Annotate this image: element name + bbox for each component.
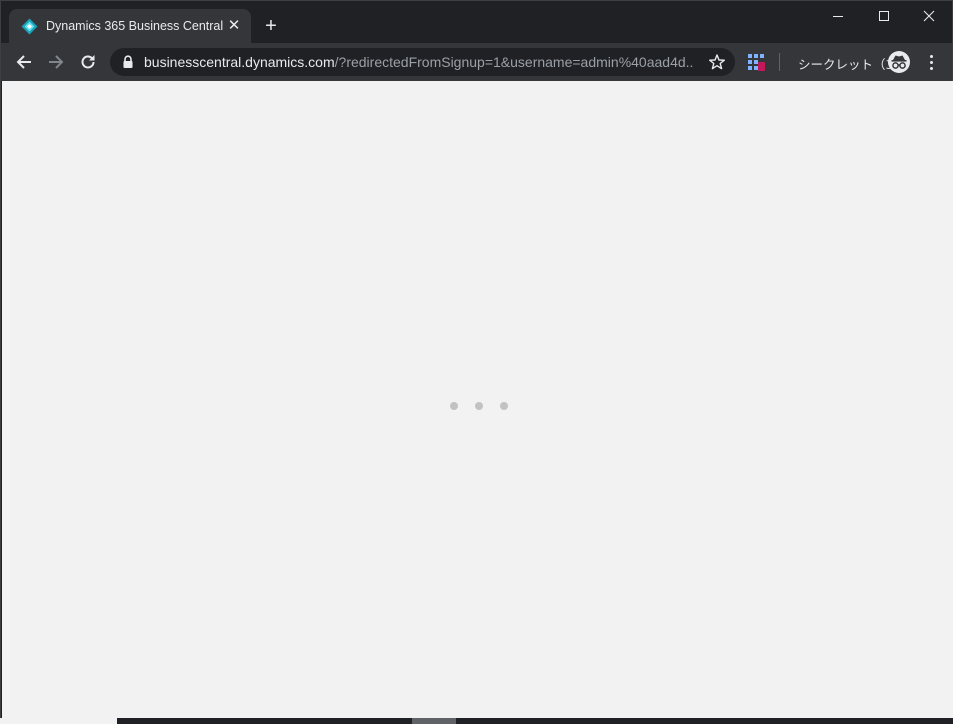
forward-button[interactable]: [44, 50, 68, 74]
menu-dot: [929, 60, 933, 64]
address-bar[interactable]: businesscentral.dynamics.com/?redirected…: [110, 48, 735, 76]
extension-icon[interactable]: [747, 53, 765, 71]
menu-dot: [929, 54, 933, 58]
loading-indicator: [446, 401, 516, 411]
reload-icon: [81, 55, 95, 69]
more-menu-button[interactable]: [923, 52, 939, 72]
dynamics-365-logo-icon: [21, 18, 38, 35]
close-window-button[interactable]: [906, 1, 952, 31]
maximize-button[interactable]: [861, 1, 907, 31]
bookmark-star-icon[interactable]: [708, 53, 726, 71]
minimize-button[interactable]: [815, 1, 861, 31]
minimize-icon: [833, 16, 843, 17]
loading-dot: [450, 402, 458, 410]
toolbar-divider: [779, 53, 780, 71]
menu-dot: [929, 66, 933, 70]
tab-title: Dynamics 365 Business Central: [46, 19, 224, 33]
url-text: businesscentral.dynamics.com/?redirected…: [144, 54, 694, 70]
tab-close-icon[interactable]: ✕: [225, 17, 243, 35]
incognito-icon[interactable]: [888, 51, 910, 73]
maximize-icon: [879, 11, 889, 21]
page-content: [2, 81, 953, 719]
tab-dynamics-365[interactable]: Dynamics 365 Business Central ✕: [9, 9, 251, 43]
horizontal-scroll-thumb[interactable]: [412, 718, 456, 724]
lock-icon: [122, 55, 134, 69]
url-host: businesscentral.dynamics.com: [144, 54, 335, 70]
url-path: /?redirectedFromSignup=1&username=admin%…: [334, 54, 694, 70]
new-tab-button[interactable]: +: [260, 15, 282, 37]
back-arrow-icon: [16, 55, 31, 69]
browser-window: Dynamics 365 Business Central ✕ + busine…: [0, 0, 953, 724]
loading-dot: [500, 402, 508, 410]
page-bottom-edge: [0, 718, 117, 724]
forward-arrow-icon: [49, 55, 64, 69]
loading-dot: [475, 402, 483, 410]
browser-toolbar: businesscentral.dynamics.com/?redirected…: [1, 43, 952, 81]
back-button[interactable]: [12, 50, 36, 74]
close-icon: [923, 10, 935, 22]
reload-button[interactable]: [76, 50, 100, 74]
taskbar-strip: [117, 718, 953, 724]
tab-strip: Dynamics 365 Business Central ✕ +: [1, 1, 952, 43]
